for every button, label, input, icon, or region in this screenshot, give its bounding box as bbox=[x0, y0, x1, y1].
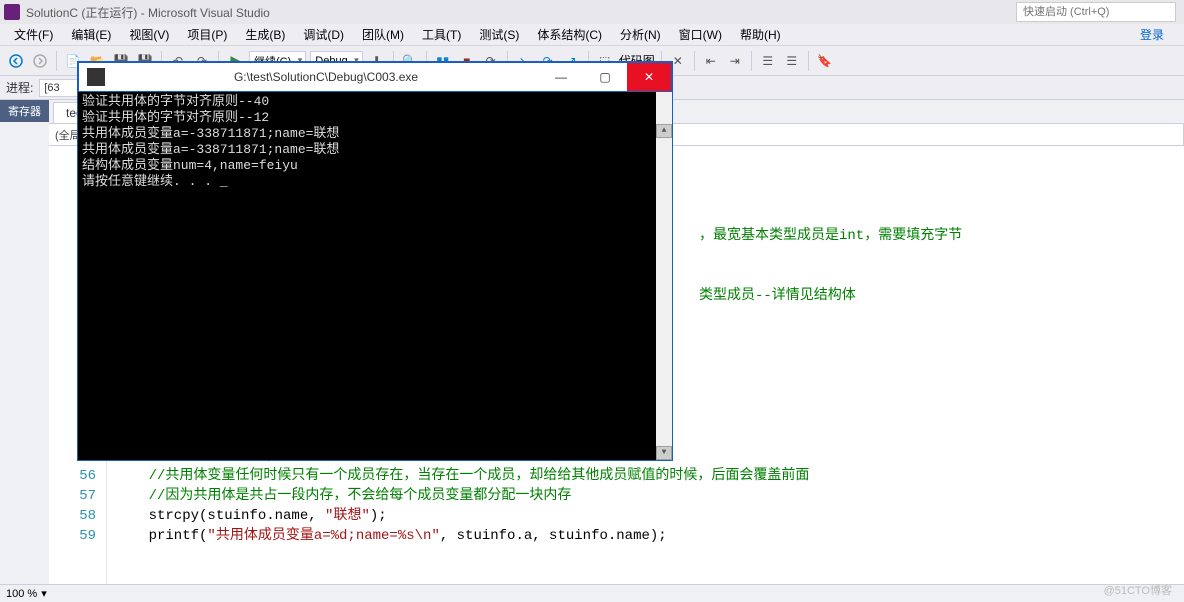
vs-logo-icon bbox=[4, 4, 20, 20]
zoom-level[interactable]: 100 % bbox=[6, 588, 37, 600]
comment-button[interactable]: ☰ bbox=[758, 51, 778, 71]
indent-more-button[interactable]: ⇥ bbox=[725, 51, 745, 71]
menubar: 文件(F) 编辑(E) 视图(V) 项目(P) 生成(B) 调试(D) 团队(M… bbox=[0, 24, 1184, 46]
menu-build[interactable]: 生成(B) bbox=[237, 24, 293, 45]
menu-view[interactable]: 视图(V) bbox=[121, 24, 177, 45]
menu-edit[interactable]: 编辑(E) bbox=[63, 24, 119, 45]
menu-project[interactable]: 项目(P) bbox=[179, 24, 235, 45]
close-button[interactable]: ✕ bbox=[627, 63, 671, 91]
scroll-down-icon[interactable]: ▼ bbox=[656, 446, 672, 460]
menu-debug[interactable]: 调试(D) bbox=[295, 24, 352, 45]
nav-back-button[interactable] bbox=[6, 51, 26, 71]
menu-team[interactable]: 团队(M) bbox=[354, 24, 412, 45]
login-link[interactable]: 登录 bbox=[1132, 24, 1172, 45]
left-dock: 寄存器 bbox=[0, 100, 49, 584]
scroll-up-icon[interactable]: ▲ bbox=[656, 124, 672, 138]
menu-test[interactable]: 测试(S) bbox=[471, 24, 527, 45]
minimize-button[interactable]: — bbox=[539, 63, 583, 91]
uncomment-button[interactable]: ☰ bbox=[782, 51, 802, 71]
maximize-button[interactable]: ▢ bbox=[583, 63, 627, 91]
indent-less-button[interactable]: ⇤ bbox=[701, 51, 721, 71]
app-titlebar: SolutionC (正在运行) - Microsoft Visual Stud… bbox=[0, 0, 1184, 24]
console-scrollbar[interactable]: ▲ ▼ bbox=[656, 92, 672, 460]
bookmark-button[interactable]: 🔖 bbox=[815, 51, 835, 71]
quick-launch-input[interactable] bbox=[1016, 2, 1176, 22]
console-output[interactable]: 验证共用体的字节对齐原则--40验证共用体的字节对齐原则--12共用体成员变量a… bbox=[78, 92, 672, 460]
menu-analyze[interactable]: 分析(N) bbox=[612, 24, 669, 45]
console-window: G:\test\SolutionC\Debug\C003.exe — ▢ ✕ 验… bbox=[78, 62, 672, 460]
app-title: SolutionC (正在运行) - Microsoft Visual Stud… bbox=[26, 4, 270, 21]
console-titlebar[interactable]: G:\test\SolutionC\Debug\C003.exe — ▢ ✕ bbox=[78, 62, 672, 92]
console-app-icon bbox=[87, 68, 105, 86]
menu-help[interactable]: 帮助(H) bbox=[732, 24, 789, 45]
process-label: 进程: bbox=[6, 79, 33, 96]
nav-forward-button[interactable] bbox=[30, 51, 50, 71]
menu-architecture[interactable]: 体系结构(C) bbox=[529, 24, 610, 45]
menu-window[interactable]: 窗口(W) bbox=[671, 24, 730, 45]
watermark: @51CTO博客 bbox=[1104, 582, 1172, 598]
menu-file[interactable]: 文件(F) bbox=[6, 24, 61, 45]
registers-tab[interactable]: 寄存器 bbox=[0, 100, 49, 122]
console-title: G:\test\SolutionC\Debug\C003.exe bbox=[113, 70, 539, 84]
menu-tools[interactable]: 工具(T) bbox=[414, 24, 469, 45]
statusbar: 100 % ▾ bbox=[0, 584, 1184, 602]
